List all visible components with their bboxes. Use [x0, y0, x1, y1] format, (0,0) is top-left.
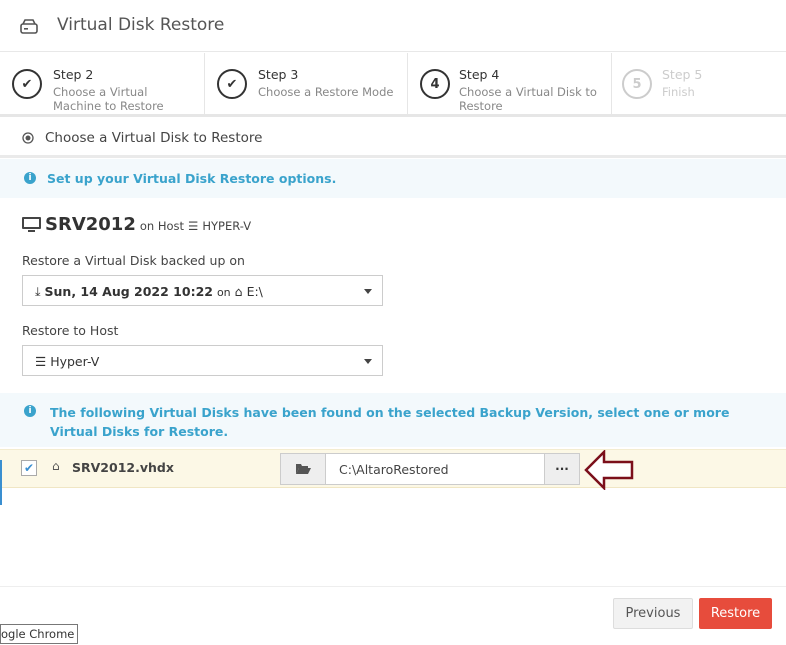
- backup-date: Sun, 14 Aug 2022 10:22: [44, 284, 213, 299]
- tooltip: ogle Chrome: [0, 624, 78, 644]
- step-desc: Choose a Virtual Disk to Restore: [459, 85, 597, 113]
- restore-path-input[interactable]: C:\AltaroRestored: [326, 454, 544, 484]
- info-setup: i Set up your Virtual Disk Restore optio…: [0, 159, 786, 198]
- hard-drive-icon: [20, 19, 38, 34]
- restore-button[interactable]: Restore: [699, 598, 772, 629]
- drive-icon: ⌂: [52, 459, 60, 473]
- browse-button[interactable]: ···: [544, 454, 579, 484]
- step-number: Step 4: [459, 67, 500, 82]
- step-desc: Choose a Virtual Machine to Restore: [53, 85, 164, 113]
- step-number: Step 3: [258, 67, 299, 82]
- vm-heading: SRV2012 on Host ☰ HYPER-V: [22, 214, 251, 235]
- backup-drive: E:\: [246, 284, 263, 299]
- check-icon: ✔: [217, 69, 247, 99]
- info-icon: i: [24, 172, 36, 184]
- step-number: Step 5: [662, 67, 703, 82]
- step-badge: 4: [420, 69, 450, 99]
- step-4[interactable]: 4 Step 4 Choose a Virtual Disk to Restor…: [408, 53, 612, 114]
- disk-name: SRV2012.vhdx: [72, 460, 174, 475]
- on-label: on: [216, 286, 231, 299]
- section-title: Choose a Virtual Disk to Restore: [45, 130, 263, 146]
- drive-icon: ⌂: [234, 284, 243, 299]
- title-bar: Virtual Disk Restore: [0, 0, 786, 52]
- folder-open-icon[interactable]: [281, 454, 326, 484]
- disk-row: ✔ ⌂ SRV2012.vhdx C:\AltaroRestored ···: [0, 449, 786, 490]
- info-found: i The following Virtual Disks have been …: [0, 393, 786, 447]
- check-icon: ✔: [12, 69, 42, 99]
- step-3[interactable]: ✔ Step 3 Choose a Restore Mode: [205, 53, 408, 114]
- backup-version-select[interactable]: ⤓ Sun, 14 Aug 2022 10:22 on ⌂ E:\: [22, 275, 383, 306]
- on-host-label: on Host: [139, 219, 185, 233]
- focus-edge: [0, 460, 2, 505]
- host-label: Restore to Host: [22, 323, 119, 338]
- backup-label: Restore a Virtual Disk backed up on: [22, 253, 245, 268]
- disk-checkbox[interactable]: ✔: [21, 460, 37, 476]
- host-select[interactable]: ☰ Hyper-V: [22, 345, 383, 376]
- wizard-steps: ✔ Step 2 Choose a Virtual Machine to Res…: [0, 53, 786, 117]
- step-5: 5 Step 5 Finish: [612, 53, 786, 114]
- section-header: Choose a Virtual Disk to Restore: [0, 117, 786, 158]
- host-icon: ☰: [188, 219, 199, 233]
- step-2[interactable]: ✔ Step 2 Choose a Virtual Machine to Res…: [0, 53, 205, 114]
- server-icon: ☰: [35, 354, 47, 369]
- target-icon: [22, 132, 34, 144]
- host-name: HYPER-V: [202, 219, 252, 233]
- footer-divider: [0, 586, 786, 587]
- step-desc: Finish: [662, 85, 695, 99]
- page-title: Virtual Disk Restore: [57, 15, 225, 35]
- info-text: Set up your Virtual Disk Restore options…: [47, 171, 337, 186]
- monitor-icon: [22, 216, 41, 232]
- info-icon: i: [24, 405, 36, 417]
- step-number: Step 2: [53, 67, 94, 82]
- info-text: The following Virtual Disks have been fo…: [50, 405, 730, 439]
- caret-down-icon: [364, 359, 372, 364]
- host-value: Hyper-V: [50, 354, 100, 369]
- vm-name: SRV2012: [45, 214, 136, 235]
- download-icon: ⤓: [35, 284, 41, 299]
- arrow-left-icon: [584, 450, 634, 490]
- step-badge: 5: [622, 69, 652, 99]
- restore-path-group: C:\AltaroRestored ···: [280, 453, 580, 485]
- previous-button[interactable]: Previous: [613, 598, 693, 629]
- step-desc: Choose a Restore Mode: [258, 85, 394, 99]
- caret-down-icon: [364, 289, 372, 294]
